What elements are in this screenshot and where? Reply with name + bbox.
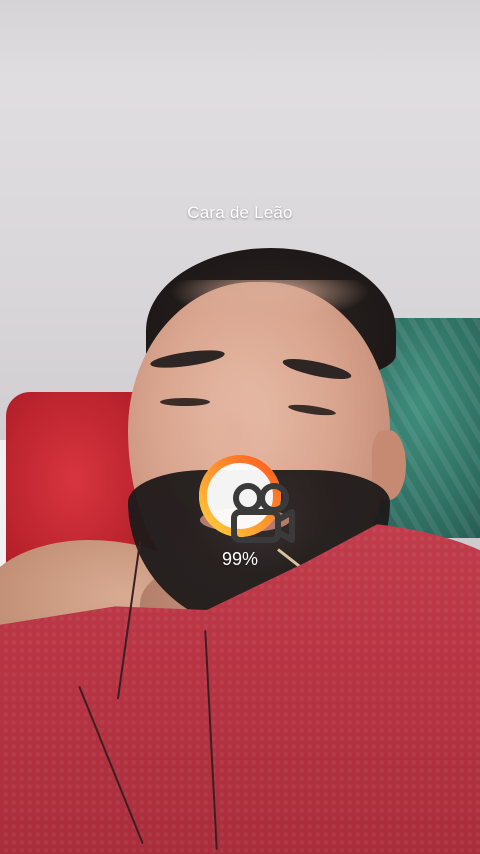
video-camera-icon bbox=[218, 474, 295, 543]
forehead-highlight bbox=[170, 280, 370, 320]
top-shadow bbox=[0, 0, 480, 80]
filter-name-label: Cara de Leão bbox=[187, 203, 293, 222]
progress-indicator bbox=[196, 452, 295, 543]
camera-preview bbox=[0, 0, 480, 854]
progress-percent-text: 99% bbox=[221, 549, 259, 569]
